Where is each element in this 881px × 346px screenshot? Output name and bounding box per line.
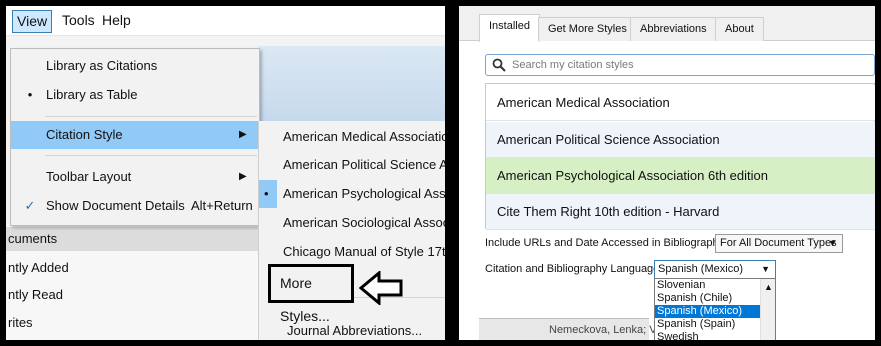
submenu-item-apa[interactable]: • American Psychological Association 6th…: [259, 180, 445, 208]
tab-about[interactable]: About: [715, 17, 764, 41]
style-row[interactable]: Cite Them Right 10th edition - Harvard: [486, 194, 875, 230]
chevron-down-icon: ▼: [828, 238, 837, 248]
menu-help[interactable]: Help: [98, 10, 135, 33]
selected-bullet-icon: •: [264, 186, 269, 201]
submenu-arrow-icon: ▶: [239, 129, 247, 140]
language-option[interactable]: Slovenian: [655, 279, 760, 292]
tab-bar: Installed Get More Styles Abbreviations …: [459, 6, 875, 42]
submenu-item-label: Chicago Manual of Style 17th edition: [283, 244, 445, 259]
sidebar-item-recently-added[interactable]: ntly Added: [6, 256, 274, 280]
selected-bullet-icon: •: [27, 87, 33, 102]
chevron-down-icon: ▼: [761, 264, 770, 274]
more-styles-button[interactable]: More Styles...: [268, 264, 354, 324]
sidebar-item-favorites[interactable]: rites: [6, 311, 274, 335]
language-option-label: Citation and Bibliography Language:: [485, 263, 663, 275]
menu-item-label: Show Document Details: [46, 198, 185, 213]
scroll-up-icon[interactable]: ▲: [764, 282, 773, 292]
submenu-item-asa[interactable]: American Sociological Association: [259, 209, 445, 237]
style-row-selected[interactable]: American Psychological Association 6th e…: [486, 158, 875, 194]
submenu-item-apsa[interactable]: American Political Science Association: [259, 151, 445, 179]
urls-dropdown-value: For All Document Types: [720, 237, 837, 249]
menu-item-library-as-citations[interactable]: Library as Citations: [11, 52, 259, 80]
menu-item-label: Library as Citations: [46, 58, 158, 73]
document-author-text: Nemeckova, Lenka; V: [549, 324, 657, 336]
check-icon: ✓: [24, 198, 36, 213]
menu-separator: [45, 155, 257, 156]
installed-styles-list: American Medical Association American Po…: [485, 83, 875, 230]
tab-installed[interactable]: Installed: [479, 14, 540, 42]
sidebar: cuments ntly Added ntly Read rites: [6, 224, 274, 340]
menu-item-show-document-details[interactable]: ✓ Show Document Details Alt+Return: [11, 192, 259, 220]
menu-item-library-as-table[interactable]: • Library as Table: [11, 81, 259, 109]
menu-tools[interactable]: Tools: [58, 10, 99, 33]
background-header: [258, 46, 445, 121]
menu-item-shortcut: Alt+Return: [191, 198, 253, 213]
menu-item-citation-style[interactable]: Citation Style ▶: [11, 121, 259, 149]
style-row[interactable]: American Political Science Association: [486, 122, 875, 158]
language-options-list: Slovenian Spanish (Chile) Spanish (Mexic…: [654, 278, 776, 340]
tab-abbreviations[interactable]: Abbreviations: [630, 17, 717, 41]
menu-bar: View Tools Help: [6, 6, 445, 36]
language-option[interactable]: Swedish: [655, 331, 760, 340]
submenu-item-ama[interactable]: American Medical Association: [259, 123, 445, 151]
sidebar-item-documents[interactable]: cuments: [6, 227, 274, 251]
menu-separator: [45, 116, 257, 117]
submenu-item-label: American Medical Association: [283, 129, 445, 144]
menu-view[interactable]: View: [12, 10, 53, 33]
submenu-arrow-icon: ▶: [239, 171, 247, 182]
language-dropdown-value: Spanish (Mexico): [658, 263, 743, 275]
submenu-item-label: American Sociological Association: [283, 215, 445, 230]
sidebar-item-recently-read[interactable]: ntly Read: [6, 283, 274, 307]
menu-item-label: Citation Style: [46, 127, 123, 142]
language-dropdown[interactable]: Spanish (Mexico) ▼: [654, 260, 776, 279]
submenu-item-label: American Psychological Association 6th e…: [283, 186, 445, 201]
submenu-item-chicago[interactable]: Chicago Manual of Style 17th edition: [259, 238, 445, 266]
search-input[interactable]: Search my citation styles: [485, 54, 875, 76]
left-panel: View Tools Help cuments ntly Added ntly …: [6, 6, 445, 340]
menu-item-label: Library as Table: [46, 87, 138, 102]
language-option[interactable]: Spanish (Spain): [655, 318, 760, 331]
menu-item-label: Toolbar Layout: [46, 169, 132, 184]
search-placeholder: Search my citation styles: [512, 59, 634, 71]
style-row[interactable]: American Medical Association: [486, 85, 875, 121]
language-option-selected[interactable]: Spanish (Mexico): [655, 305, 760, 318]
pointer-arrow-icon: [359, 271, 403, 305]
urls-dropdown[interactable]: For All Document Types ▼: [715, 234, 843, 253]
submenu-item-label: American Political Science Association: [283, 157, 445, 172]
menu-item-toolbar-layout[interactable]: Toolbar Layout ▶: [11, 163, 259, 191]
urls-option-label: Include URLs and Date Accessed in Biblio…: [485, 237, 736, 249]
view-menu: Library as Citations • Library as Table …: [10, 48, 260, 226]
search-icon: [492, 58, 506, 72]
citation-styles-dialog: Installed Get More Styles Abbreviations …: [459, 6, 875, 340]
tab-get-more-styles[interactable]: Get More Styles: [538, 17, 637, 41]
language-option[interactable]: Spanish (Chile): [655, 292, 760, 305]
list-scrollbar[interactable]: ▲: [760, 279, 775, 340]
